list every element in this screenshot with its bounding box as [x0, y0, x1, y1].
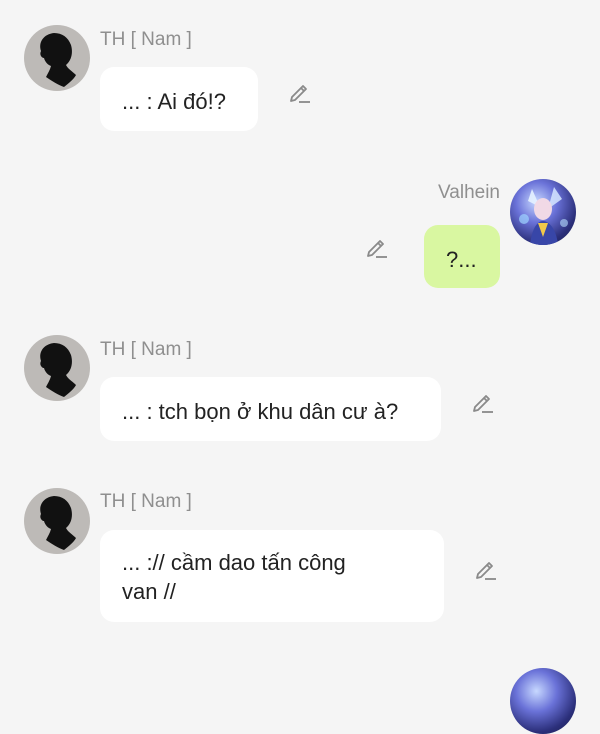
edit-icon[interactable]: [287, 79, 313, 105]
message-bubble[interactable]: ... : Ai đó!?: [100, 67, 258, 131]
sender-name: TH [ Nam ]: [100, 339, 192, 360]
silhouette-avatar-icon: [40, 496, 76, 550]
sender-name: Valhein: [438, 182, 500, 203]
silhouette-avatar[interactable]: [24, 335, 90, 401]
sender-name: TH [ Nam ]: [100, 491, 192, 512]
edit-icon[interactable]: [473, 556, 499, 582]
message-bubble[interactable]: ?...: [424, 225, 500, 288]
edit-icon[interactable]: [364, 234, 390, 260]
message-bubble[interactable]: ... :// cầm dao tấn công van //: [100, 530, 444, 622]
silhouette-avatar-icon: [40, 343, 76, 397]
hero-avatar[interactable]: [510, 179, 576, 245]
message-bubble[interactable]: ... : tch bọn ở khu dân cư à?: [100, 377, 441, 441]
silhouette-avatar[interactable]: [24, 25, 90, 91]
hero-avatar[interactable]: [510, 668, 576, 734]
silhouette-avatar[interactable]: [24, 488, 90, 554]
edit-icon[interactable]: [470, 389, 496, 415]
sender-name: TH [ Nam ]: [100, 29, 192, 50]
silhouette-avatar-icon: [40, 33, 76, 87]
hero-avatar-icon: [519, 187, 568, 245]
